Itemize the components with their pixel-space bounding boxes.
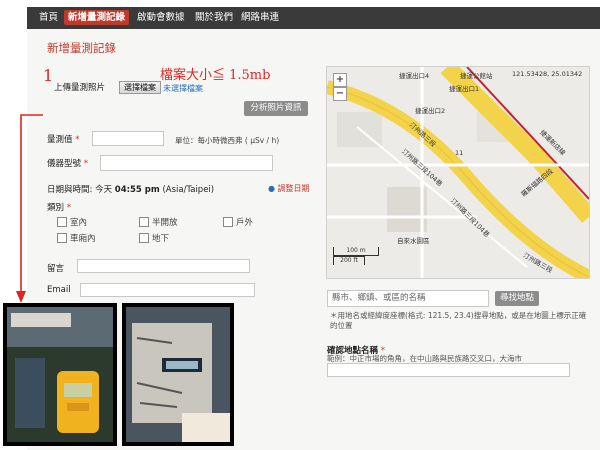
category-semi-open[interactable]: 半開放: [139, 216, 178, 228]
checkbox-icon: [223, 217, 233, 227]
reading-photo-image: [126, 307, 230, 442]
zoom-out-button[interactable]: −: [333, 87, 347, 101]
change-date-link[interactable]: ● 調整日期: [268, 183, 310, 194]
no-file-text: 未選擇檔案: [163, 84, 203, 93]
map-label: 自來水園區: [397, 237, 430, 245]
checkbox-icon: [57, 217, 67, 227]
location-map[interactable]: + − 捷運出口4 捷運公館站 121.53428, 25.01342 捷運出口…: [326, 66, 590, 279]
calendar-icon: ●: [268, 184, 278, 193]
comment-label: 留言: [47, 264, 65, 274]
unit-label: 單位：每小時微西弗 ( μSv / h): [175, 136, 280, 145]
map-label: 11: [455, 149, 464, 157]
map-label: 捷運公館站: [460, 72, 493, 80]
checkbox-icon: [139, 233, 149, 243]
map-scale: 100 m 200 ft: [333, 247, 383, 267]
category-in-vehicle[interactable]: 車廂內: [57, 232, 96, 244]
map-label: 121.53428, 25.01342: [512, 70, 583, 78]
measure-label: 量測值 *: [47, 135, 80, 145]
map-label: 捷運出口2: [415, 107, 446, 115]
category-outdoor[interactable]: 戶外: [223, 216, 253, 228]
category-indoor[interactable]: 室內: [57, 216, 87, 228]
geiger-photo-image: [7, 307, 113, 442]
find-location-button[interactable]: 尋找地點: [495, 291, 539, 306]
checkbox-icon: [139, 217, 149, 227]
comment-input[interactable]: [77, 259, 250, 273]
example-photo-geiger-counter: [3, 303, 117, 446]
device-input[interactable]: [100, 155, 273, 171]
map-label: 捷運出口4: [399, 72, 430, 80]
checkbox-icon: [57, 233, 67, 243]
address-search-input[interactable]: 縣市、鄉鎮、或區的名稱: [327, 290, 489, 307]
address-note: ＊用地名或經緯度座標(格式: 121.5, 23.4)搜尋地點，或是在地圖上標示…: [330, 311, 587, 330]
zoom-in-button[interactable]: +: [333, 73, 347, 87]
analyze-photo-button[interactable]: 分析照片資訊: [244, 101, 308, 116]
confirm-location-input[interactable]: [327, 363, 570, 377]
device-label: 儀器型號 *: [47, 159, 88, 169]
example-photo-reading: [122, 303, 234, 446]
map-label: 捷運出口1: [449, 85, 480, 93]
choose-file-button[interactable]: 選擇檔案: [119, 81, 161, 94]
datetime-row: 日期與時間: 今天 04:55 pm (Asia/Taipei): [47, 185, 215, 195]
email-input[interactable]: [80, 283, 255, 297]
email-label: Email: [47, 285, 71, 295]
measure-input[interactable]: [92, 131, 164, 146]
category-label: 類別 *: [47, 203, 71, 213]
upload-label: 上傳量測照片: [54, 83, 106, 93]
category-underground[interactable]: 地下: [139, 232, 169, 244]
